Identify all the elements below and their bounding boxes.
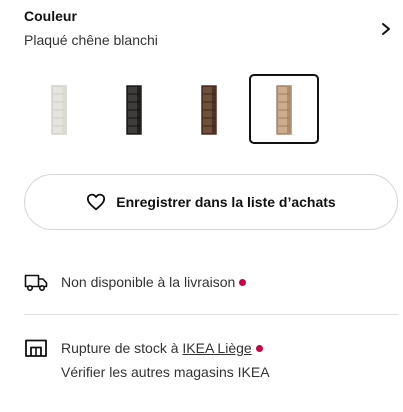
delivery-status-text: Non disponible à la livraison	[61, 274, 247, 290]
store-status-text: Rupture de stock à IKEA Liège	[61, 340, 263, 356]
check-other-stores-link[interactable]: Vérifier les autres magasins IKEA	[61, 364, 270, 380]
store-icon	[25, 339, 47, 357]
chevron-right-icon[interactable]	[380, 22, 392, 36]
bookcase-thumbnail	[51, 85, 67, 135]
swatch-black-brown[interactable]	[99, 74, 169, 144]
colour-value: Plaqué chêne blanchi	[24, 32, 158, 48]
store-status-prefix: Rupture de stock à	[61, 340, 183, 356]
colour-label: Couleur	[24, 8, 77, 24]
swatch-white-stained-oak[interactable]	[249, 74, 319, 144]
unavailable-status-dot	[239, 279, 247, 286]
truck-icon	[24, 274, 48, 292]
swatch-brown[interactable]	[174, 74, 244, 144]
delivery-availability: Non disponible à la livraison	[24, 270, 398, 294]
heart-icon	[87, 193, 106, 211]
delivery-text: Non disponible à la livraison	[61, 274, 236, 290]
store-availability: Rupture de stock à IKEA Liège Vérifier l…	[24, 336, 398, 386]
out-of-stock-status-dot	[255, 345, 263, 352]
save-to-list-button[interactable]: Enregistrer dans la liste d’achats	[24, 174, 398, 230]
bookcase-thumbnail	[126, 85, 142, 135]
swatch-white[interactable]	[24, 74, 94, 144]
divider	[24, 314, 398, 315]
colour-selector-header[interactable]: Couleur Plaqué chêne blanchi	[0, 0, 403, 60]
store-name-link[interactable]: IKEA Liège	[182, 340, 251, 356]
bookcase-thumbnail	[201, 85, 217, 135]
bookcase-thumbnail	[276, 85, 292, 135]
save-button-label: Enregistrer dans la liste d’achats	[116, 194, 336, 210]
